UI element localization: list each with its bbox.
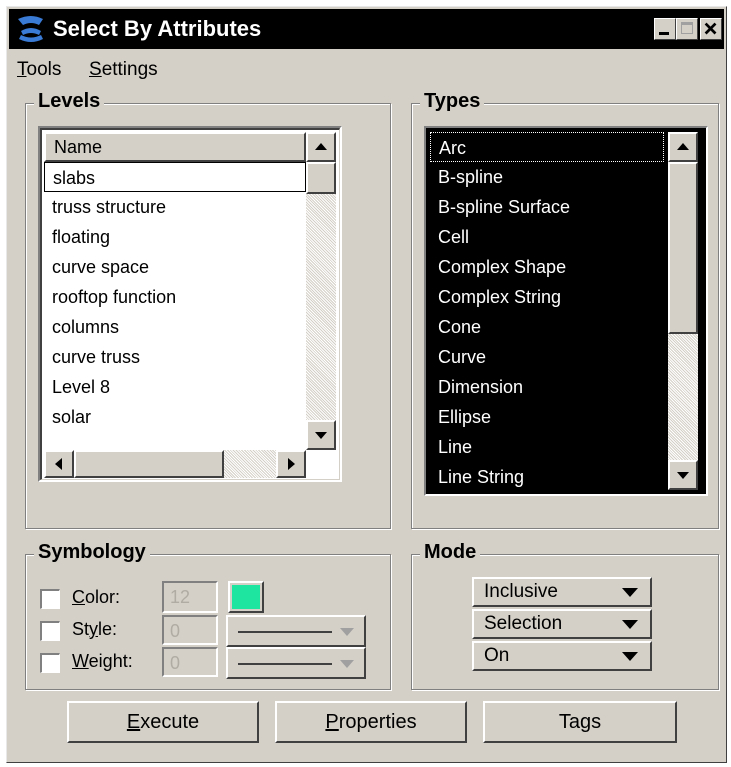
type-row[interactable]: Complex String xyxy=(430,282,561,312)
types-vertical-scrollbar[interactable] xyxy=(668,132,698,490)
level-row-selected[interactable]: slabs xyxy=(44,162,306,192)
level-row[interactable]: floating xyxy=(44,222,110,252)
mode-on-dropdown[interactable]: On xyxy=(472,641,652,671)
column-header-label: Name xyxy=(54,137,103,157)
scroll-right-button[interactable] xyxy=(276,450,306,478)
mode-on-label: On xyxy=(484,645,510,666)
mode-selection-label: Selection xyxy=(484,613,563,634)
arrow-down-icon xyxy=(315,432,327,439)
weight-checkbox[interactable] xyxy=(40,653,60,673)
chevron-down-icon xyxy=(340,660,354,668)
mode-group-label: Mode xyxy=(420,541,481,564)
title-bar[interactable]: Select By Attributes xyxy=(9,9,724,49)
arrow-left-icon xyxy=(55,458,62,470)
arrow-up-icon xyxy=(315,143,327,150)
scroll-down-button[interactable] xyxy=(306,420,336,450)
color-swatch xyxy=(232,585,260,609)
type-row[interactable]: Line xyxy=(430,432,472,462)
level-row[interactable]: curve space xyxy=(44,252,149,282)
app-icon xyxy=(15,13,47,45)
color-swatch-button[interactable] xyxy=(228,581,264,613)
level-row[interactable]: solar xyxy=(44,402,91,432)
chevron-down-icon xyxy=(340,628,354,636)
close-icon xyxy=(704,22,717,35)
weight-label: Weight: xyxy=(72,651,133,671)
levels-column-header[interactable]: Name xyxy=(44,132,306,162)
type-row[interactable]: Complex Shape xyxy=(430,252,566,282)
type-row[interactable]: B-spline Surface xyxy=(430,192,570,222)
level-row[interactable]: truss structure xyxy=(44,192,166,222)
mode-group: Mode Inclusive Selection On xyxy=(411,541,719,690)
minimize-button[interactable] xyxy=(654,18,676,40)
levels-horizontal-scrollbar[interactable] xyxy=(44,450,306,478)
line-style-preview xyxy=(238,631,332,633)
menu-settings[interactable]: Settings xyxy=(89,59,158,81)
weight-dropdown[interactable] xyxy=(226,647,366,679)
horizontal-scroll-thumb[interactable] xyxy=(74,450,224,478)
type-row[interactable]: Curve xyxy=(430,342,486,372)
level-row[interactable]: columns xyxy=(44,312,119,342)
levels-rows: slabs truss structure floating curve spa… xyxy=(44,162,306,450)
arrow-up-icon xyxy=(677,143,689,150)
levels-vertical-scrollbar[interactable] xyxy=(306,132,336,450)
style-checkbox[interactable] xyxy=(40,621,60,641)
level-row[interactable]: Level 8 xyxy=(44,372,110,402)
color-label: Color: xyxy=(72,587,121,607)
maximize-button[interactable] xyxy=(676,18,698,40)
menu-tools[interactable]: Tools xyxy=(17,59,61,81)
weight-field[interactable]: 0 xyxy=(162,647,218,677)
color-field[interactable]: 12 xyxy=(162,581,218,613)
type-row[interactable]: Ellipse xyxy=(430,402,491,432)
types-group: Types Arc B-spline B-spline Surface Cell… xyxy=(411,90,719,529)
tags-button[interactable]: Tags xyxy=(483,701,677,743)
properties-button[interactable]: Properties xyxy=(275,701,467,743)
mode-selection-dropdown[interactable]: Selection xyxy=(472,609,652,639)
style-field[interactable]: 0 xyxy=(162,615,218,645)
scroll-up-button[interactable] xyxy=(668,132,698,162)
levels-group: Levels Name slabs truss structure floati… xyxy=(25,90,391,529)
types-group-label: Types xyxy=(420,90,485,113)
close-button[interactable] xyxy=(700,18,722,40)
mode-inclusive-label: Inclusive xyxy=(484,581,558,602)
scroll-up-button[interactable] xyxy=(306,132,336,162)
level-row[interactable]: curve truss xyxy=(44,342,140,372)
arrow-down-icon xyxy=(677,472,689,479)
type-row-focused[interactable]: Arc xyxy=(430,132,664,162)
select-by-attributes-window: Select By Attributes Tools Settings Leve… xyxy=(6,6,727,763)
mode-inclusive-dropdown[interactable]: Inclusive xyxy=(472,577,652,607)
line-weight-preview xyxy=(238,663,332,665)
symbology-group: Symbology Color: 12 Style: 0 Weight: 0 xyxy=(25,541,391,690)
chevron-down-icon xyxy=(622,620,638,629)
maximize-icon xyxy=(681,22,693,34)
scroll-thumb[interactable] xyxy=(668,162,698,334)
color-checkbox[interactable] xyxy=(40,589,60,609)
levels-group-label: Levels xyxy=(34,90,105,113)
type-row[interactable]: Dimension xyxy=(430,372,523,402)
window-title: Select By Attributes xyxy=(53,16,262,41)
scroll-thumb[interactable] xyxy=(306,162,336,194)
types-rows: Arc B-spline B-spline Surface Cell Compl… xyxy=(430,132,668,492)
scroll-left-button[interactable] xyxy=(44,450,74,478)
chevron-down-icon xyxy=(622,588,638,597)
menu-bar: Tools Settings xyxy=(11,53,722,85)
chevron-down-icon xyxy=(622,652,638,661)
style-label: Style: xyxy=(72,619,118,639)
type-row[interactable]: Cell xyxy=(430,222,469,252)
types-list[interactable]: Arc B-spline B-spline Surface Cell Compl… xyxy=(424,126,708,496)
scroll-down-button[interactable] xyxy=(668,460,698,490)
symbology-group-label: Symbology xyxy=(34,541,150,564)
execute-button[interactable]: Execute xyxy=(67,701,259,743)
arrow-right-icon xyxy=(288,458,295,470)
type-row[interactable]: B-spline xyxy=(430,162,503,192)
levels-list[interactable]: Name slabs truss structure floating curv… xyxy=(38,126,342,482)
type-row[interactable]: Cone xyxy=(430,312,481,342)
minimize-icon xyxy=(659,32,669,35)
type-row[interactable]: Line String xyxy=(430,462,524,492)
level-row[interactable]: rooftop function xyxy=(44,282,176,312)
style-dropdown[interactable] xyxy=(226,615,366,647)
